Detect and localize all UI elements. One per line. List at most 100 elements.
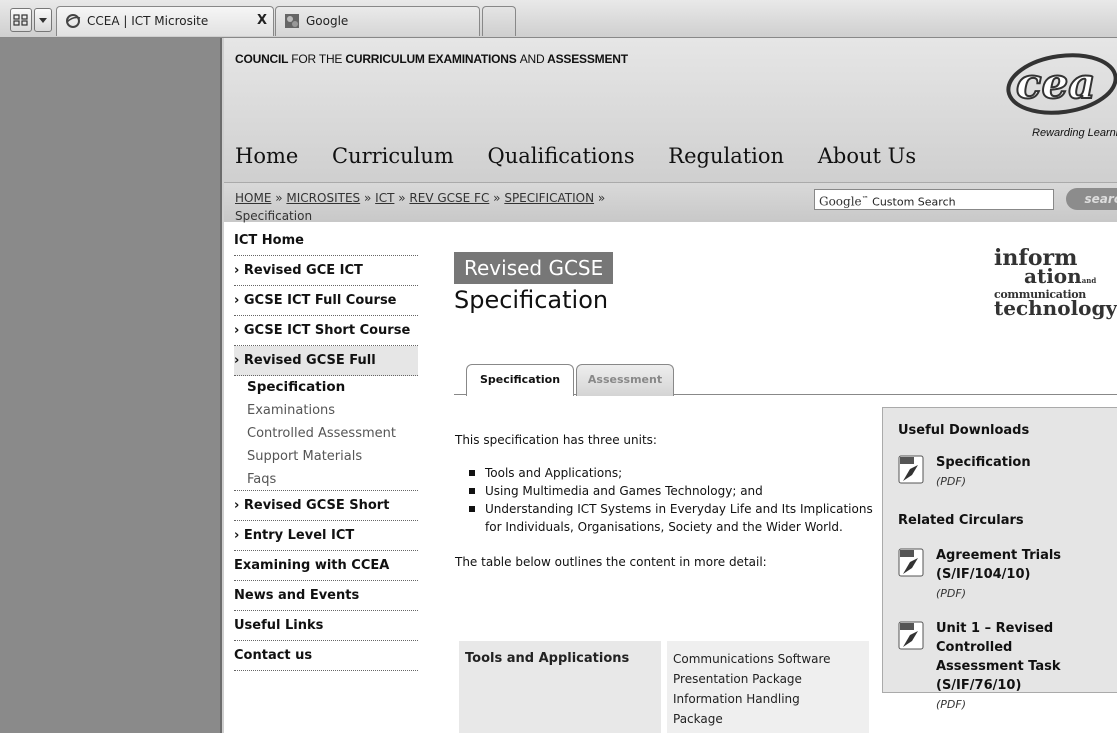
sidebar-item-revised-gce-ict[interactable]: › Revised GCE ICT [234, 256, 418, 286]
section-banner: Revised GCSE [454, 252, 614, 284]
browser-tab-bar: CCEA | ICT Microsite X Google [0, 0, 1117, 38]
ict-logo-line: ation [1024, 264, 1082, 288]
download-title: Specification [936, 455, 1031, 470]
breadcrumb-link[interactable]: HOME [235, 191, 271, 205]
breadcrumb-bar: HOME » MICROSITES » ICT » REV GCSE FC » … [224, 182, 1117, 225]
close-icon[interactable]: X [257, 7, 267, 35]
google-favicon-icon [285, 14, 299, 28]
search-button[interactable]: search [1066, 188, 1117, 210]
council-word: AND [519, 52, 545, 66]
downloads-panel: Useful Downloads Specification (PDF) Rel… [882, 407, 1117, 711]
tab-menu-button[interactable] [34, 8, 52, 32]
nav-home[interactable]: Home [235, 144, 298, 168]
sidebar-item-revised-gcse-full[interactable]: › Revised GCSE Full [234, 346, 418, 376]
list-item: Understanding ICT Systems in Everyday Li… [467, 500, 875, 536]
sidebar-item-entry-level-ict[interactable]: › Entry Level ICT [234, 521, 418, 551]
table-cell: Communications Software Presentation Pac… [667, 641, 869, 733]
content-tabs: Specification Assessment [454, 358, 1117, 396]
council-word: CURRICULUM EXAMINATIONS [345, 52, 517, 66]
sidebar-sub-specification[interactable]: Specification [234, 376, 418, 399]
sidebar: ICT Home › Revised GCE ICT › GCSE ICT Fu… [234, 226, 418, 671]
file-type: (PDF) [936, 698, 967, 711]
list-item: Tools and Applications; [467, 464, 875, 482]
main-content: This specification has three units: Tool… [455, 430, 875, 586]
search-placeholder: Custom Search [872, 195, 956, 209]
breadcrumb-link[interactable]: MICROSITES [286, 191, 360, 205]
logo-tagline: Rewarding Learning [1032, 127, 1117, 139]
tab-google[interactable]: Google [275, 6, 480, 36]
cea-logo-icon: cea Rewarding Learning [1006, 53, 1117, 139]
sidebar-item-useful-links[interactable]: Useful Links [234, 611, 418, 641]
council-word: COUNCIL [235, 52, 289, 66]
search-input[interactable]: Google™ Custom Search [814, 189, 1054, 210]
sidebar-item-contact[interactable]: Contact us [234, 641, 418, 671]
breadcrumb-current: Specification [235, 209, 313, 223]
ie-favicon-icon [66, 14, 81, 28]
circular-name: Agreement Trials (S/IF/104/10) (PDF) [936, 546, 1086, 603]
nav-curriculum[interactable]: Curriculum [332, 144, 454, 168]
tab-label: CCEA | ICT Microsite [87, 14, 209, 28]
council-name: COUNCIL FOR THE CURRICULUM EXAMINATIONS … [235, 52, 628, 66]
trademark: ™ [861, 195, 869, 203]
council-word: FOR THE [291, 52, 343, 66]
chevron-down-icon [39, 18, 47, 23]
breadcrumb-separator: » [275, 191, 283, 205]
tab-assessment[interactable]: Assessment [576, 364, 674, 396]
main-nav: Home Curriculum Qualifications Regulatio… [235, 144, 943, 168]
table-cell-item: Communications Software [673, 652, 831, 666]
tab-ccea[interactable]: CCEA | ICT Microsite X [56, 6, 274, 36]
file-type: (PDF) [936, 587, 967, 600]
sidebar-sub-faqs[interactable]: Faqs [234, 468, 418, 491]
site-header: COUNCIL FOR THE CURRICULUM EXAMINATIONS … [224, 38, 1117, 225]
downloads-heading: Useful Downloads [898, 423, 1030, 438]
breadcrumb-separator: » [363, 191, 372, 205]
tab-grid-button[interactable] [10, 8, 32, 32]
new-tab-button[interactable] [482, 6, 516, 36]
breadcrumb-separator: » [398, 191, 406, 205]
breadcrumb-link[interactable]: REV GCSE FC [409, 191, 489, 205]
table-cell-item: Presentation Package [673, 672, 802, 686]
circular-title: Unit 1 – Revised Controlled Assessment T… [936, 621, 1061, 693]
tab-specification[interactable]: Specification [466, 364, 574, 396]
ict-logo: inform ationand communication technology [994, 247, 1117, 328]
download-name: Specification (PDF) [936, 453, 1116, 491]
sidebar-item-ict-home[interactable]: ICT Home [234, 226, 418, 256]
grid-icon [13, 14, 28, 26]
pdf-icon [898, 621, 924, 650]
table-cell-item: Information Handling Package [673, 692, 800, 726]
sidebar-item-gcse-ict-short[interactable]: › GCSE ICT Short Course [234, 316, 418, 346]
breadcrumb: HOME » MICROSITES » ICT » REV GCSE FC » … [235, 189, 715, 225]
sidebar-item-news[interactable]: News and Events [234, 581, 418, 611]
sidebar-item-gcse-ict-full[interactable]: › GCSE ICT Full Course [234, 286, 418, 316]
ccea-logo[interactable]: cea Rewarding Learning [976, 52, 1117, 152]
breadcrumb-link[interactable]: ICT [375, 191, 394, 205]
sidebar-sub-support-materials[interactable]: Support Materials [234, 445, 418, 468]
nav-qualifications[interactable]: Qualifications [488, 144, 635, 168]
ict-logo-line: technology [994, 296, 1117, 320]
pdf-icon [898, 455, 924, 484]
nav-regulation[interactable]: Regulation [668, 144, 784, 168]
intro-text: This specification has three units: [455, 433, 657, 447]
web-page: COUNCIL FOR THE CURRICULUM EXAMINATIONS … [224, 38, 1117, 733]
breadcrumb-link[interactable]: SPECIFICATION [504, 191, 594, 205]
breadcrumb-separator: » [493, 191, 501, 205]
table-row-head: Tools and Applications [459, 641, 661, 733]
circular-title: Agreement Trials (S/IF/104/10) [936, 548, 1062, 582]
file-type: (PDF) [936, 475, 967, 488]
units-list: Tools and Applications; Using Multimedia… [467, 464, 875, 536]
tab-label: Google [306, 14, 349, 28]
sidebar-item-examining[interactable]: Examining with CCEA [234, 551, 418, 581]
breadcrumb-separator: » [597, 191, 606, 205]
sidebar-item-revised-gcse-short[interactable]: › Revised GCSE Short [234, 491, 418, 521]
sidebar-sub-examinations[interactable]: Examinations [234, 399, 418, 422]
nav-about-us[interactable]: About Us [818, 144, 916, 168]
council-word: ASSESSMENT [547, 52, 628, 66]
list-item: Using Multimedia and Games Technology; a… [467, 482, 875, 500]
circulars-heading: Related Circulars [898, 513, 1024, 528]
google-brand: Google [819, 194, 862, 209]
sidebar-sub-controlled-assessment[interactable]: Controlled Assessment [234, 422, 418, 445]
ict-logo-line: and [1081, 276, 1097, 285]
logo-text: cea [1016, 59, 1096, 108]
circular-name: Unit 1 – Revised Controlled Assessment T… [936, 619, 1086, 714]
page-title: Specification [454, 286, 609, 314]
